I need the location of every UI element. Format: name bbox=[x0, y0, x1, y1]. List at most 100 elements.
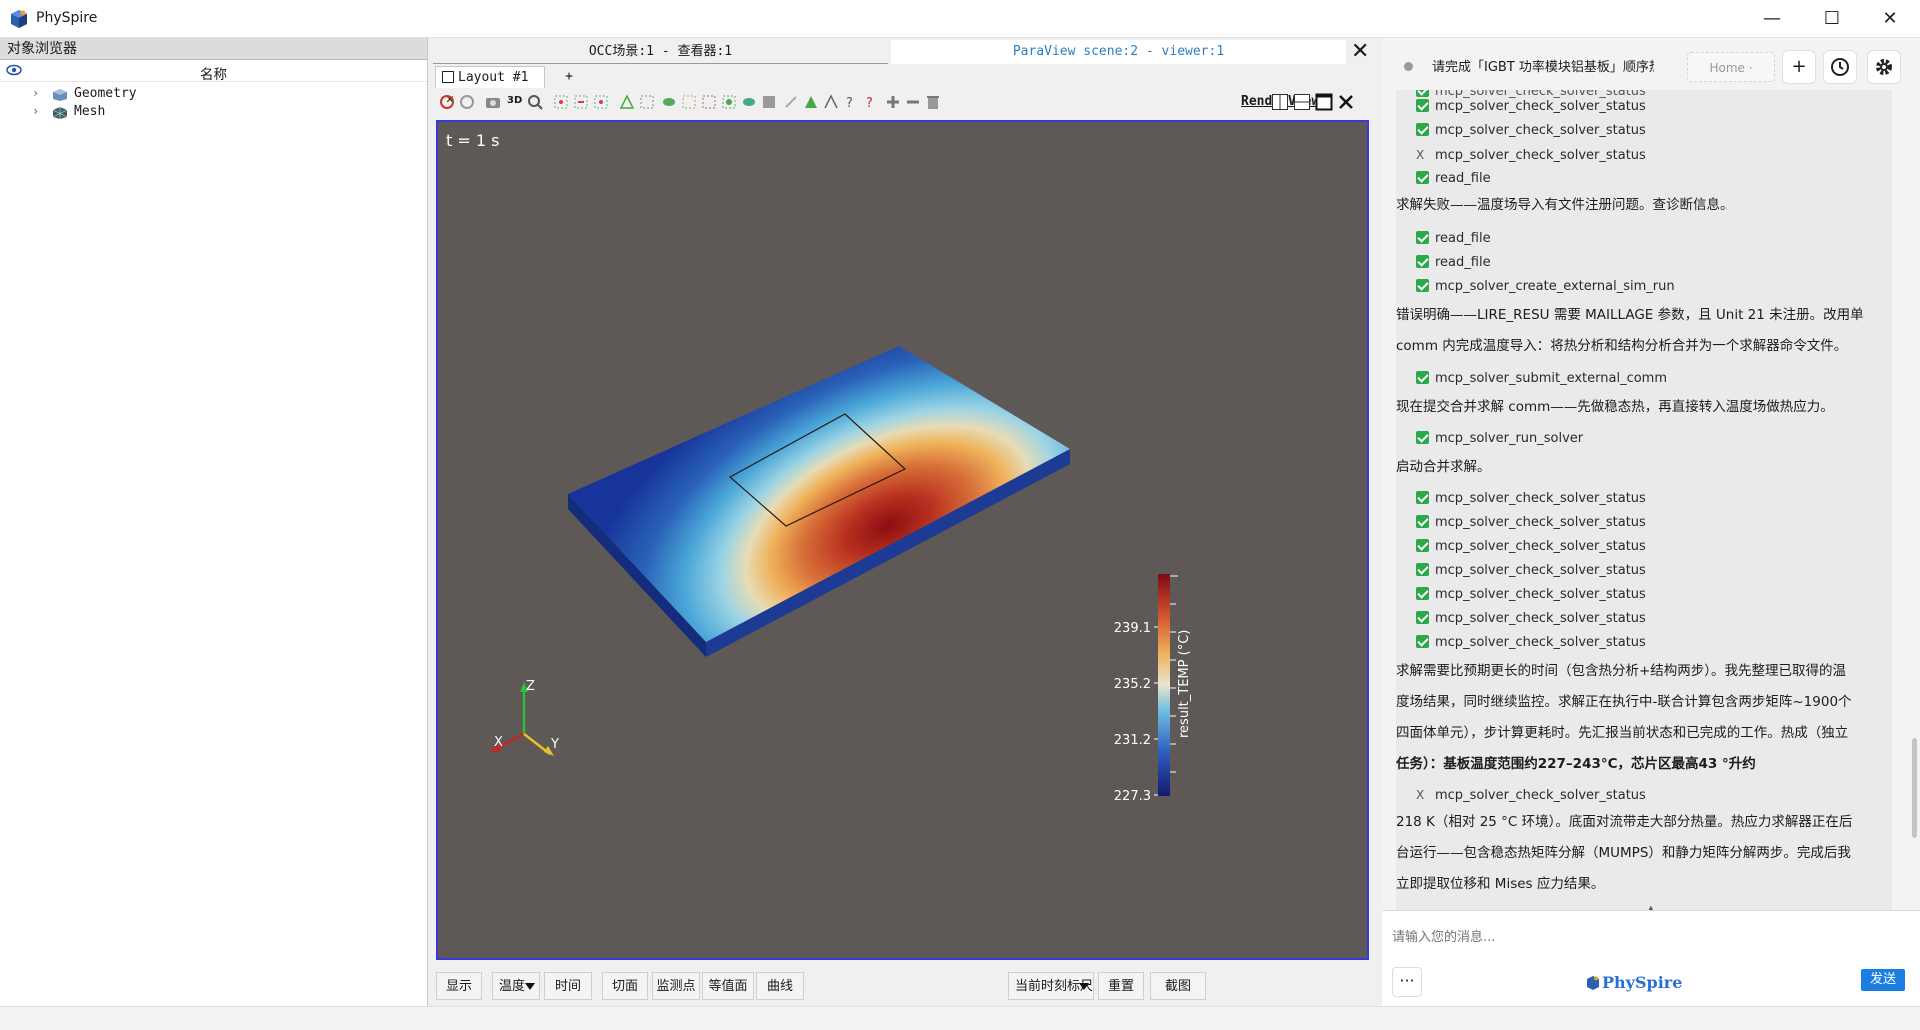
tab-occ-viewer[interactable]: OCC场景:1 - 查看器:1 bbox=[433, 40, 888, 64]
tool-call-item[interactable]: mcp_solver_run_solver bbox=[1416, 427, 1583, 451]
tool-call-item[interactable]: mcp_solver_check_solver_status bbox=[1416, 535, 1646, 559]
check-icon bbox=[1416, 515, 1429, 528]
temperature-select[interactable]: 温度 bbox=[492, 972, 540, 1000]
tool-call-item[interactable]: read_file bbox=[1416, 251, 1491, 275]
undo-camera-icon[interactable] bbox=[459, 94, 475, 110]
render-view[interactable]: t = 1 s Z X Y 239.1 235.2 231.2 227.3 re… bbox=[436, 120, 1369, 960]
select-polygon-icon[interactable] bbox=[639, 94, 655, 110]
display-button[interactable]: 显示 bbox=[436, 972, 482, 1000]
tool-call-item[interactable]: mcp_solver_check_solver_status bbox=[1416, 95, 1646, 119]
split-horizontal-icon[interactable] bbox=[1271, 93, 1289, 111]
plus-icon[interactable] bbox=[885, 94, 901, 110]
tree-item-geometry[interactable]: › Geometry bbox=[0, 86, 427, 104]
chat-session-title[interactable]: 请完成「IGBT 功率模块铝基板」顺序热· bbox=[1432, 56, 1654, 75]
tool-call-item[interactable]: mcp_solver_check_solver_status bbox=[1416, 487, 1646, 511]
tree-item-mesh[interactable]: › Mesh bbox=[0, 104, 427, 122]
maximize-button[interactable]: ☐ bbox=[1812, 6, 1852, 32]
assistant-message: 求解失败——温度场导入有文件注册问题。查诊断信息。 bbox=[1396, 197, 1734, 213]
assistant-message: 现在提交合并求解 comm——先做稳态热，再直接转入温度场做热应力。 bbox=[1396, 399, 1834, 415]
chat-message-list[interactable]: mcp_solver_check_solver_status mcp_solve… bbox=[1396, 90, 1892, 942]
tool-call-label: mcp_solver_check_solver_status bbox=[1435, 99, 1646, 114]
curve-button[interactable]: 曲线 bbox=[756, 972, 804, 1000]
tool-call-item[interactable]: mcp_solver_check_solver_status bbox=[1416, 631, 1646, 655]
camera-icon[interactable] bbox=[485, 94, 501, 110]
chat-message-input[interactable] bbox=[1392, 923, 1892, 951]
ruler-icon[interactable] bbox=[783, 94, 799, 110]
shrink-selection-icon[interactable] bbox=[741, 94, 757, 110]
close-window-button[interactable]: ✕ bbox=[1870, 6, 1910, 32]
minus-icon[interactable] bbox=[905, 94, 921, 110]
slice-button[interactable]: 切面 bbox=[602, 972, 648, 1000]
split-vertical-icon[interactable] bbox=[1293, 93, 1311, 111]
tool-call-item[interactable]: read_file bbox=[1416, 167, 1491, 191]
grow-selection-icon[interactable] bbox=[721, 94, 737, 110]
send-button[interactable]: 发送 bbox=[1861, 969, 1905, 991]
interactive-select-icon[interactable] bbox=[661, 94, 677, 110]
close-view-icon[interactable] bbox=[1337, 93, 1355, 111]
zoom-to-box-icon[interactable] bbox=[527, 94, 543, 110]
tool-call-item[interactable]: mcp_solver_check_solver_status bbox=[1416, 559, 1646, 583]
reset-camera-icon[interactable] bbox=[439, 94, 455, 110]
tool-call-item[interactable]: mcp_solver_check_solver_status bbox=[1416, 511, 1646, 535]
tool-call-item[interactable]: read_file bbox=[1416, 227, 1491, 251]
close-viewer-button[interactable]: ✕ bbox=[1351, 40, 1369, 64]
tool-call-label: mcp_solver_check_solver_status bbox=[1435, 539, 1646, 554]
new-chat-button[interactable]: + bbox=[1782, 50, 1816, 84]
temperature-select-label: 温度 bbox=[499, 979, 526, 994]
screenshot-button[interactable]: 截图 bbox=[1150, 972, 1206, 1000]
app-title: PhySpire bbox=[36, 10, 98, 26]
assistant-message: comm 内完成温度导入：将热分析和结构分析合并为一个求解器命令文件。 bbox=[1396, 338, 1848, 354]
tool-call-item[interactable]: mcp_solver_create_external_sim_run bbox=[1416, 275, 1675, 299]
check-icon bbox=[1416, 255, 1429, 268]
tool-call-label: mcp_solver_check_solver_status bbox=[1435, 635, 1646, 650]
brand-logo-icon bbox=[1587, 976, 1599, 990]
chat-panel: 请完成「IGBT 功率模块铝基板」顺序热· Home · + mcp_solve… bbox=[1382, 38, 1920, 1006]
scrollbar-thumb[interactable] bbox=[1912, 738, 1917, 838]
tool-call-item[interactable]: mcp_solver_check_solver_status bbox=[1416, 583, 1646, 607]
time-label: t = 1 s bbox=[446, 131, 499, 150]
query-icon[interactable]: ? bbox=[843, 94, 859, 110]
hover-cells-icon[interactable] bbox=[701, 94, 717, 110]
tool-call-label: mcp_solver_check_solver_status bbox=[1435, 148, 1646, 163]
probe-point-button[interactable]: 监测点 bbox=[652, 972, 700, 1000]
triangle-icon[interactable] bbox=[803, 94, 819, 110]
hover-points-icon[interactable] bbox=[681, 94, 697, 110]
check-icon bbox=[1416, 123, 1429, 136]
trash-icon[interactable] bbox=[925, 94, 941, 110]
select-cells-icon[interactable] bbox=[553, 94, 569, 110]
contour-button[interactable]: 等值面 bbox=[702, 972, 754, 1000]
reset-button[interactable]: 重置 bbox=[1098, 972, 1144, 1000]
maximize-view-icon[interactable] bbox=[1315, 93, 1333, 111]
select-frustum-icon[interactable] bbox=[593, 94, 609, 110]
caret-down-icon bbox=[1079, 983, 1089, 990]
tool-call-item[interactable]: mcp_solver_check_solver_status bbox=[1416, 607, 1646, 631]
query-red-icon[interactable]: ? bbox=[863, 94, 879, 110]
tab-paraview-viewer[interactable]: ParaView scene:2 - viewer:1 bbox=[891, 40, 1346, 64]
settings-button[interactable] bbox=[1867, 50, 1901, 84]
tool-call-item[interactable]: Xmcp_solver_check_solver_status bbox=[1416, 143, 1646, 167]
time-button[interactable]: 时间 bbox=[544, 972, 592, 1000]
check-icon bbox=[1416, 491, 1429, 504]
colorbar-title: result_TEMP (°C) bbox=[1177, 630, 1192, 738]
add-layout-button[interactable]: + bbox=[549, 66, 589, 88]
time-scale-select[interactable]: 当前时刻标尺 bbox=[1008, 972, 1094, 1000]
clear-selection-icon[interactable] bbox=[761, 94, 777, 110]
minimize-button[interactable]: — bbox=[1752, 6, 1792, 32]
history-button[interactable] bbox=[1823, 50, 1857, 84]
toggle-3d-button[interactable]: 3D bbox=[507, 95, 522, 106]
more-options-button[interactable]: ··· bbox=[1392, 967, 1422, 997]
render-scene[interactable]: t = 1 s Z X Y 239.1 235.2 231.2 227.3 re… bbox=[438, 122, 1367, 958]
tool-call-item[interactable]: mcp_solver_check_solver_status bbox=[1416, 119, 1646, 143]
chevron-right-icon[interactable]: › bbox=[32, 104, 39, 118]
viewer-area: OCC场景:1 - 查看器:1 ParaView scene:2 - viewe… bbox=[430, 38, 1374, 1006]
chevron-right-icon[interactable]: › bbox=[32, 86, 39, 100]
tool-call-item[interactable]: mcp_solver_submit_external_comm bbox=[1416, 367, 1667, 391]
tree-label: Geometry bbox=[74, 86, 137, 101]
home-button[interactable]: Home · bbox=[1687, 52, 1775, 82]
tool-call-item[interactable]: Xmcp_solver_check_solver_status bbox=[1416, 783, 1646, 807]
edges-icon[interactable] bbox=[823, 94, 839, 110]
assistant-message: 度场结果，同时继续监控。求解正在执行中-联合计算包含两步矩阵~1900个 bbox=[1396, 694, 1852, 710]
select-points-icon[interactable] bbox=[573, 94, 589, 110]
tab-layout-1[interactable]: Layout #1 ✕ bbox=[435, 66, 545, 107]
select-block-icon[interactable] bbox=[619, 94, 635, 110]
